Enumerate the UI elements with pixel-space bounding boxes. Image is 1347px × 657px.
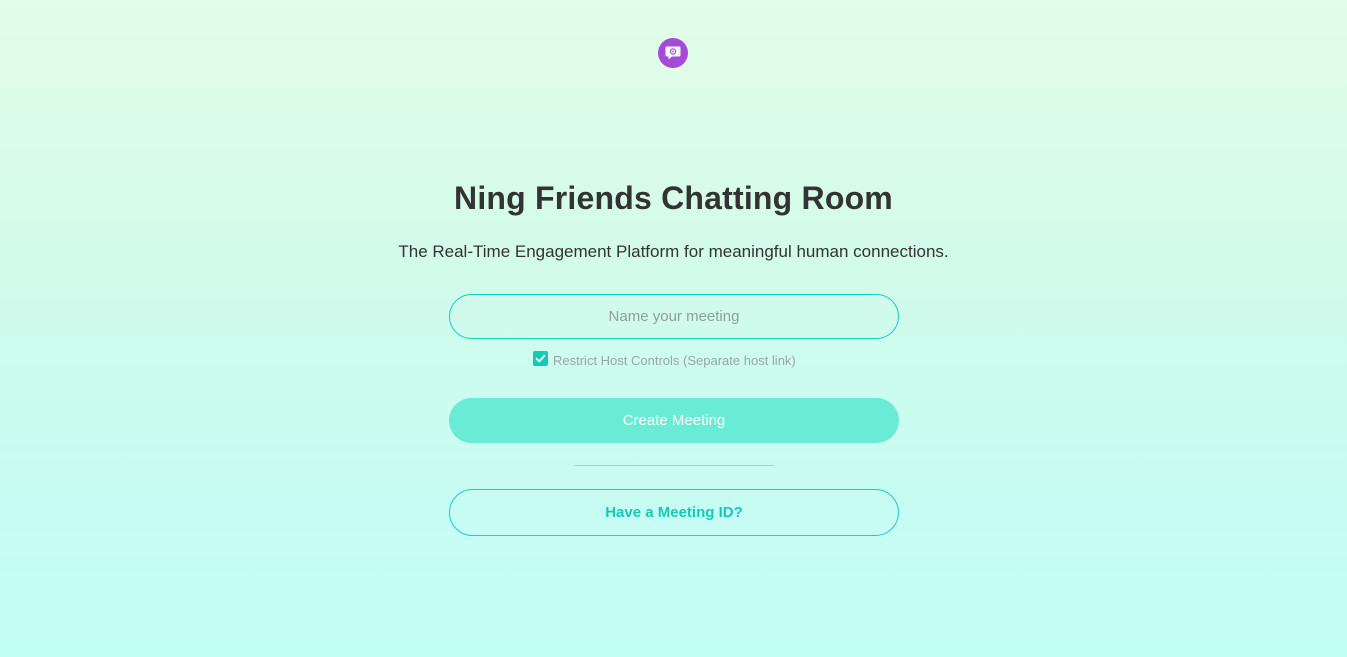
chat-bubble-icon (665, 46, 681, 60)
page-title: Ning Friends Chatting Room (454, 180, 893, 216)
restrict-host-controls-label: Restrict Host Controls (Separate host li… (553, 352, 796, 368)
restrict-host-controls-option[interactable]: Restrict Host Controls (Separate host li… (533, 349, 796, 368)
meeting-name-input[interactable] (449, 294, 899, 339)
create-meeting-button[interactable]: Create Meeting (449, 398, 899, 443)
divider (574, 465, 774, 466)
app-logo (658, 38, 688, 68)
restrict-host-controls-checkbox[interactable] (533, 350, 548, 366)
checkmark-icon (535, 354, 546, 362)
page-subtitle: The Real-Time Engagement Platform for me… (398, 242, 949, 261)
have-meeting-id-button[interactable]: Have a Meeting ID? (449, 489, 899, 536)
